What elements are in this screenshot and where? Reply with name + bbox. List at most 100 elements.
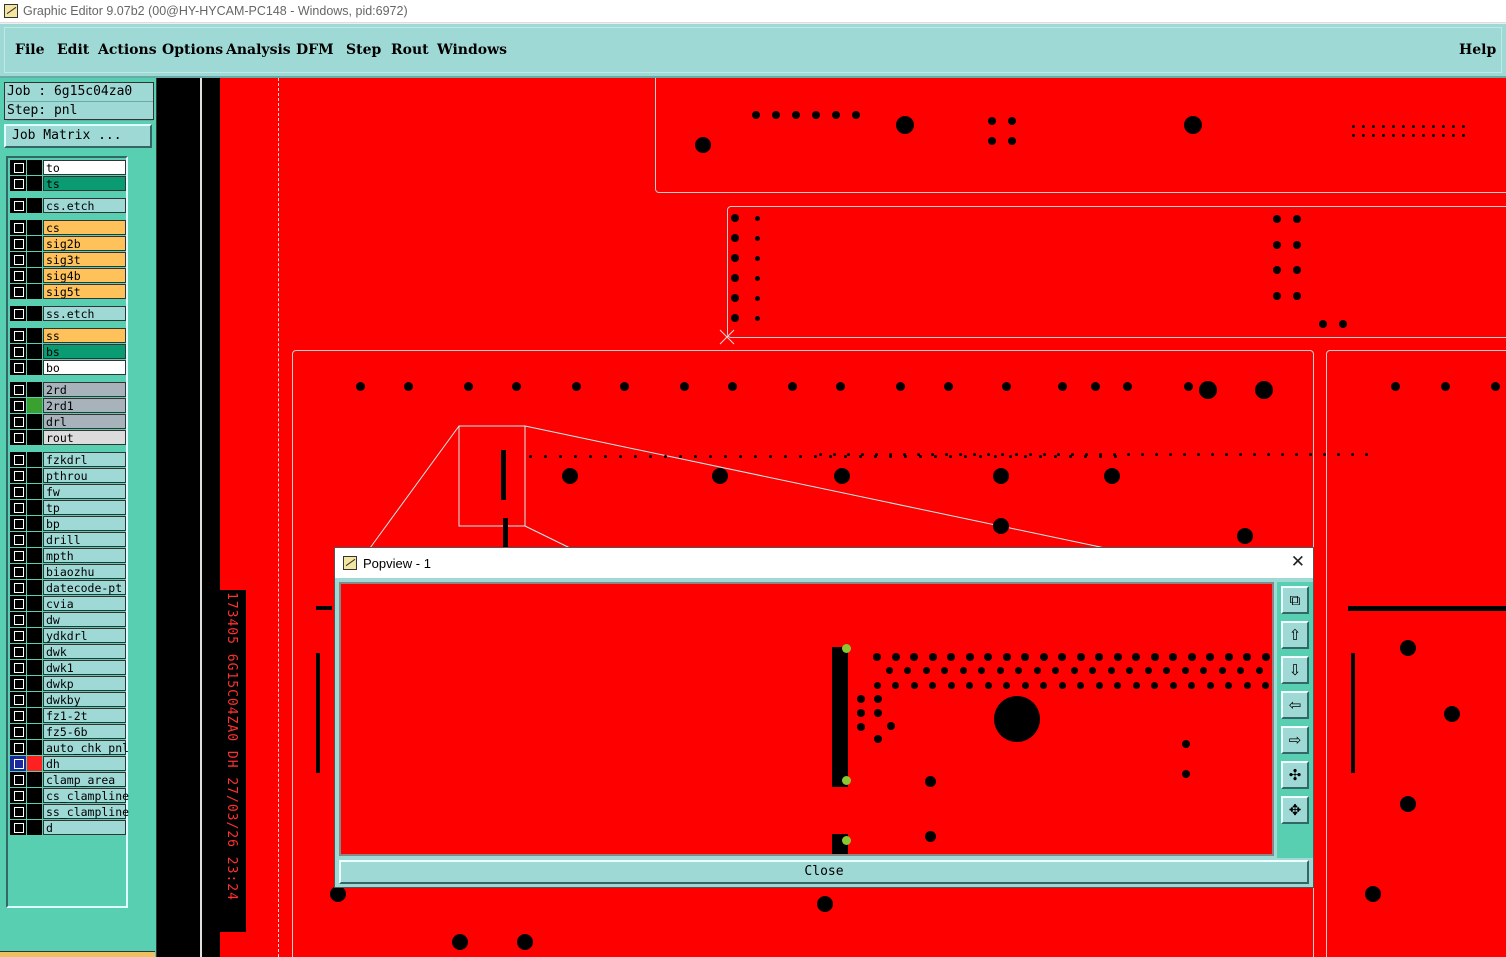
layer-name[interactable]: sig3t [43,252,126,267]
menu-windows[interactable]: Windows [437,42,507,58]
layer-checkbox[interactable] [10,804,26,819]
layer-name[interactable]: fz5-6b [43,724,126,739]
layer-color-swatch[interactable] [27,548,42,563]
layer-name[interactable]: bp [43,516,126,531]
layer-color-swatch[interactable] [27,580,42,595]
layer-name[interactable]: bo [43,360,126,375]
layer-row[interactable]: sig2b [10,236,126,251]
layer-color-swatch[interactable] [27,160,42,175]
layer-row[interactable]: ss_clampline [10,804,129,819]
layer-name[interactable]: auto_chk_pnl [43,740,129,755]
pan-left-icon[interactable]: ⇦ [1281,691,1309,719]
layer-checkbox[interactable] [10,220,26,235]
layer-color-swatch[interactable] [27,484,42,499]
layer-color-swatch[interactable] [27,344,42,359]
layer-checkbox[interactable] [10,516,26,531]
layer-row[interactable]: auto_chk_pnl [10,740,129,755]
popview-canvas[interactable] [339,582,1274,856]
layer-checkbox[interactable] [10,548,26,563]
layer-row[interactable]: dwk1 [10,660,126,675]
layer-checkbox[interactable] [10,756,26,771]
layer-color-swatch[interactable] [27,612,42,627]
layer-row[interactable]: clamp_area [10,772,126,787]
layer-row[interactable]: dw [10,612,126,627]
layer-row[interactable]: dwkby [10,692,126,707]
layer-checkbox[interactable] [10,398,26,413]
layer-color-swatch[interactable] [27,360,42,375]
layer-checkbox[interactable] [10,414,26,429]
layer-row[interactable]: 2rd1 [10,398,126,413]
layer-checkbox[interactable] [10,160,26,175]
layer-color-swatch[interactable] [27,398,42,413]
layer-name[interactable]: mpth [43,548,126,563]
layer-row[interactable]: cs.etch [10,198,126,213]
layer-checkbox[interactable] [10,724,26,739]
layer-row[interactable]: dwk [10,644,126,659]
layer-row[interactable]: datecode-pt [10,580,126,595]
layer-color-swatch[interactable] [27,284,42,299]
layer-name[interactable]: 2rd [43,382,126,397]
layer-name[interactable]: d [43,820,126,835]
layer-color-swatch[interactable] [27,820,42,835]
layer-row[interactable]: mpth [10,548,126,563]
layer-row[interactable]: ss.etch [10,306,126,321]
layer-checkbox[interactable] [10,820,26,835]
layer-name[interactable]: cs.etch [43,198,126,213]
layer-color-swatch[interactable] [27,644,42,659]
layer-color-swatch[interactable] [27,532,42,547]
job-matrix-button[interactable]: Job Matrix ... [4,124,152,148]
layer-name[interactable]: cs_clampline [43,788,129,803]
layer-color-swatch[interactable] [27,692,42,707]
layer-row[interactable]: tp [10,500,126,515]
layer-color-swatch[interactable] [27,756,42,771]
layer-color-swatch[interactable] [27,252,42,267]
layer-name[interactable]: datecode-pt [43,580,126,595]
layer-checkbox[interactable] [10,612,26,627]
layer-color-swatch[interactable] [27,628,42,643]
layer-color-swatch[interactable] [27,328,42,343]
layer-checkbox[interactable] [10,452,26,467]
layer-name[interactable]: to [43,160,126,175]
layer-checkbox[interactable] [10,344,26,359]
layer-checkbox[interactable] [10,268,26,283]
layer-row[interactable]: bp [10,516,126,531]
layer-color-swatch[interactable] [27,430,42,445]
menu-file[interactable]: File [15,42,44,58]
layer-checkbox[interactable] [10,328,26,343]
layer-name[interactable]: dwk [43,644,126,659]
layer-row[interactable]: cs_clampline [10,788,129,803]
layer-color-swatch[interactable] [27,220,42,235]
layer-color-swatch[interactable] [27,236,42,251]
menu-analysis[interactable]: Analysis [226,42,291,58]
layer-row[interactable]: ydkdrl [10,628,126,643]
layer-checkbox[interactable] [10,236,26,251]
layer-checkbox[interactable] [10,468,26,483]
layer-name[interactable]: bs [43,344,126,359]
layer-name[interactable]: 2rd1 [43,398,126,413]
layer-row[interactable]: cs [10,220,126,235]
layer-name[interactable]: cs [43,220,126,235]
layer-color-swatch[interactable] [27,772,42,787]
layer-color-swatch[interactable] [27,788,42,803]
menu-rout[interactable]: Rout [391,42,429,58]
layer-checkbox[interactable] [10,676,26,691]
layer-row[interactable]: biaozhu [10,564,126,579]
menu-dfm[interactable]: DFM [296,42,334,58]
layer-color-swatch[interactable] [27,198,42,213]
layer-color-swatch[interactable] [27,708,42,723]
layer-checkbox[interactable] [10,484,26,499]
layer-row[interactable]: fw [10,484,126,499]
menu-actions[interactable]: Actions [98,42,157,58]
layer-row[interactable]: cvia [10,596,126,611]
layer-checkbox[interactable] [10,360,26,375]
layer-name[interactable]: ss [43,328,126,343]
zoom-window-icon[interactable]: ⧉ [1281,586,1309,614]
layer-name[interactable]: drill [43,532,126,547]
layer-checkbox[interactable] [10,284,26,299]
layer-row[interactable]: pthrou [10,468,126,483]
layer-name[interactable]: pthrou [43,468,126,483]
layer-color-swatch[interactable] [27,468,42,483]
layer-row[interactable]: bo [10,360,126,375]
layer-row[interactable]: sig3t [10,252,126,267]
layer-row[interactable]: ts [10,176,126,191]
